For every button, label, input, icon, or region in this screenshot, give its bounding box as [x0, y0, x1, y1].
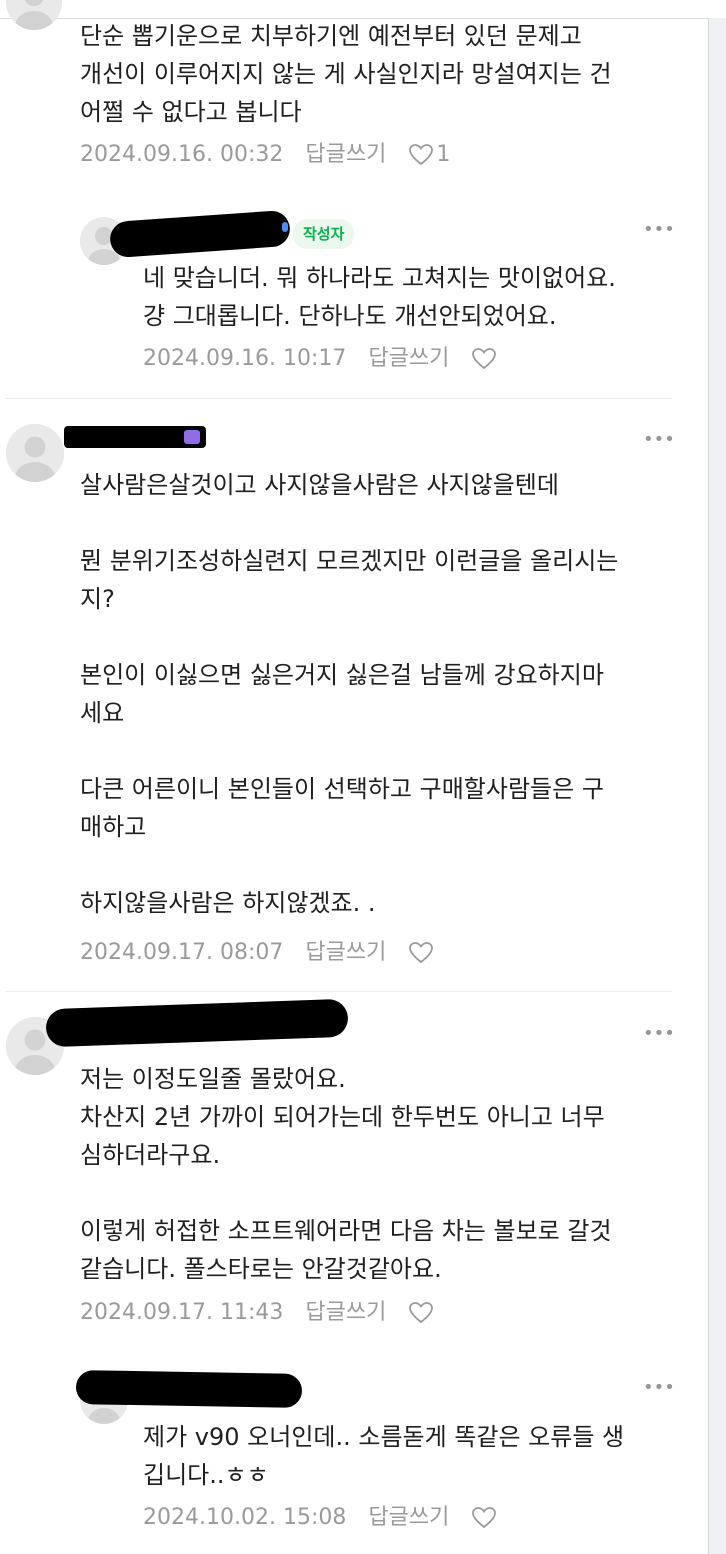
redacted-username: [45, 998, 349, 1048]
heart-icon[interactable]: [471, 1506, 497, 1530]
default-user-icon: [6, 0, 62, 30]
reply-button[interactable]: 답글쓰기: [305, 140, 386, 170]
page-scrollbar-track[interactable]: [708, 18, 726, 1554]
comment-date: 2024.10.02. 15:08: [143, 1505, 347, 1530]
avatar[interactable]: [6, 424, 64, 482]
more-options-icon[interactable]: •••: [643, 1379, 675, 1397]
reply-button[interactable]: 답글쓰기: [368, 1503, 449, 1533]
default-user-icon: [6, 424, 64, 482]
comment-date: 2024.09.17. 08:07: [80, 940, 284, 965]
heart-icon[interactable]: [471, 347, 497, 371]
comment-text: 네 맞습니더. 뭐 하나라도 고쳐지는 맛이없어요. 걍 그대롭니다. 단하나도…: [143, 264, 616, 330]
comment-date: 2024.09.16. 00:32: [80, 142, 284, 167]
author-badge: 작성자: [293, 219, 355, 249]
level-badge-icon: [282, 222, 288, 232]
comment-text: 저는 이정도일줄 몰랐어요. 차산지 2년 가까이 되어가는데 한두번도 아니고…: [80, 1065, 612, 1283]
comment-date: 2024.09.16. 10:17: [143, 346, 347, 371]
comment-meta: 2024.09.16. 10:17 답글쓰기: [143, 344, 497, 374]
more-options-icon[interactable]: •••: [643, 431, 675, 449]
like-count: 1: [436, 142, 451, 167]
comment-meta: 2024.09.17. 11:43 답글쓰기: [80, 1298, 434, 1328]
comment-text: 제가 v90 오너인데.. 소름돋게 똑같은 오류들 생 깁니다..ㅎㅎ: [143, 1423, 625, 1489]
comment-meta: 2024.10.02. 15:08 답글쓰기: [143, 1503, 497, 1533]
heart-icon[interactable]: [408, 1301, 434, 1325]
comment-text: 단순 뽑기운으로 치부하기엔 예전부터 있던 문제고 개선이 이루어지지 않는 …: [80, 22, 612, 126]
comment-divider: [6, 991, 672, 992]
comment-text: 살사람은살것이고 사지않을사람은 사지않을텐데 뭔 분위기조성하실련지 모르겠지…: [80, 471, 619, 917]
level-badge-icon: [184, 430, 200, 444]
more-options-icon[interactable]: •••: [643, 221, 675, 239]
heart-icon[interactable]: [408, 941, 434, 965]
comment-meta: 2024.09.17. 08:07 답글쓰기: [80, 938, 434, 968]
avatar[interactable]: [6, 0, 62, 30]
reply-button[interactable]: 답글쓰기: [305, 1298, 386, 1328]
reply-button[interactable]: 답글쓰기: [368, 344, 449, 374]
redacted-username: [108, 209, 292, 259]
comment-divider: [6, 398, 672, 399]
heart-icon[interactable]: [408, 143, 434, 167]
redacted-username: [75, 1370, 303, 1408]
comment-date: 2024.09.17. 11:43: [80, 1300, 284, 1325]
reply-button[interactable]: 답글쓰기: [305, 938, 386, 968]
comment-meta: 2024.09.16. 00:32 답글쓰기 1: [80, 140, 450, 170]
more-options-icon[interactable]: •••: [643, 1025, 675, 1043]
